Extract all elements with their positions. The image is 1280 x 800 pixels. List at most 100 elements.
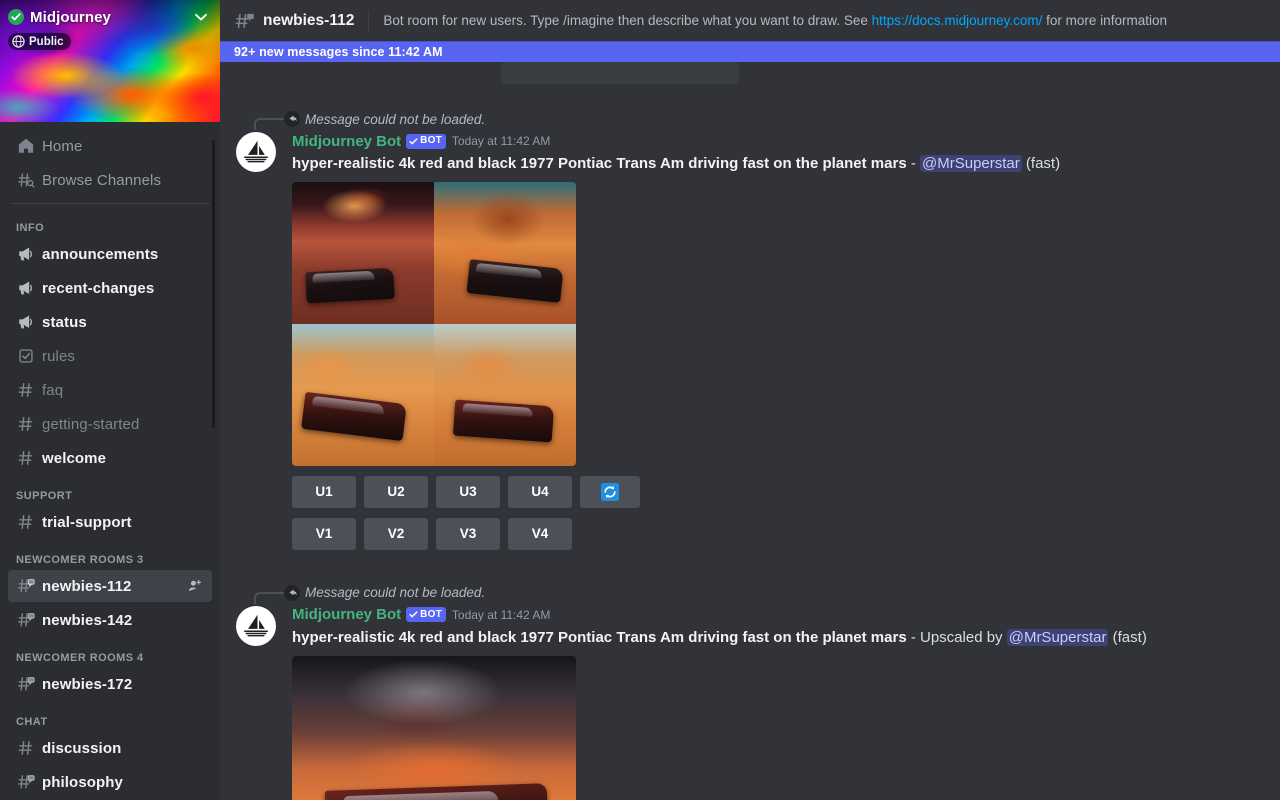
user-mention[interactable]: @MrSuperstar xyxy=(1006,628,1109,646)
sidebar-channel-newbies-142[interactable]: newbies-142 xyxy=(8,604,212,636)
rules-channel-icon xyxy=(16,346,36,366)
midjourney-sailboat-avatar[interactable] xyxy=(236,605,276,646)
hash-channel-icon xyxy=(16,414,36,434)
verified-check-icon xyxy=(409,610,418,619)
previous-message-partial xyxy=(501,62,739,84)
user-mention[interactable]: @MrSuperstar xyxy=(920,155,1022,172)
generated-car-subject xyxy=(452,399,555,443)
reply-text: Message could not be loaded. xyxy=(305,585,486,601)
upscale-button-u4[interactable]: U4 xyxy=(508,475,572,508)
sidebar-channel-label: announcements xyxy=(42,245,159,263)
channel-sidebar: Midjourney Public Home Browse Channels INF… xyxy=(0,0,220,800)
sidebar-channel-rules[interactable]: rules xyxy=(8,340,212,372)
message-attachments xyxy=(292,655,1232,800)
generated-image-4[interactable] xyxy=(434,323,576,466)
message-text: hyper-realistic 4k red and black 1977 Po… xyxy=(292,628,1232,648)
generated-image-3[interactable] xyxy=(292,323,434,466)
server-privacy-badge: Public xyxy=(8,33,71,50)
server-banner[interactable]: Midjourney Public xyxy=(0,0,220,122)
speed-label: (fast) xyxy=(1112,628,1147,646)
channel-category-support[interactable]: SUPPORT xyxy=(0,476,220,506)
reply-reference[interactable]: Message could not be loaded. xyxy=(254,108,1232,130)
channel-category-newcomer-rooms-3[interactable]: NEWCOMER ROOMS 3 xyxy=(0,540,220,570)
sidebar-channel-newbies-172[interactable]: newbies-172 xyxy=(8,668,212,700)
refresh-icon[interactable] xyxy=(580,475,640,508)
message-action-text: Upscaled by xyxy=(920,628,1003,646)
add-member-icon[interactable] xyxy=(186,577,204,595)
channel-category-chat[interactable]: CHAT xyxy=(0,702,220,732)
prompt-separator: - xyxy=(910,155,916,172)
chevron-down-icon[interactable] xyxy=(192,8,210,26)
sidebar-channel-philosophy[interactable]: philosophy xyxy=(8,766,212,798)
upscale-button-u3[interactable]: U3 xyxy=(436,475,500,508)
sidebar-nav-browse-channels[interactable]: Browse Channels xyxy=(8,164,212,196)
channel-list[interactable]: Home Browse Channels INFO announcements rece… xyxy=(0,122,220,800)
sidebar-channel-status[interactable]: status xyxy=(8,306,212,338)
sidebar-channel-label: faq xyxy=(42,381,64,399)
header-divider xyxy=(368,9,370,32)
message-content: Midjourney Bot BOT Today at 11:42 AM hyper-… xyxy=(292,605,1232,800)
variation-button-v4[interactable]: V4 xyxy=(508,517,572,550)
reply-arrow-icon xyxy=(284,111,300,127)
generated-image-1[interactable] xyxy=(292,181,434,324)
new-messages-banner-label: 92+ new messages since 11:42 AM xyxy=(234,44,443,59)
variation-button-v2[interactable]: V2 xyxy=(364,517,428,550)
message-author[interactable]: Midjourney Bot xyxy=(292,133,401,150)
chat-message: Message could not be loaded. Midjourney B… xyxy=(220,580,1280,800)
variation-button-v1[interactable]: V1 xyxy=(292,517,356,550)
sidebar-channel-label: status xyxy=(42,313,87,331)
channel-topic-after: for more information xyxy=(1042,13,1167,28)
sidebar-channel-announcements[interactable]: announcements xyxy=(8,238,212,270)
sidebar-channel-discussion[interactable]: discussion xyxy=(8,732,212,764)
hash-channel-icon xyxy=(16,738,36,758)
message-content: Midjourney Bot BOT Today at 11:42 AM hyper-… xyxy=(292,131,1232,550)
sidebar-channel-recent-changes[interactable]: recent-changes xyxy=(8,272,212,304)
hash-thread-channel-icon xyxy=(16,576,36,596)
sidebar-channel-trial-support[interactable]: trial-support xyxy=(8,506,212,538)
upscale-button-u2[interactable]: U2 xyxy=(364,475,428,508)
sidebar-channel-welcome[interactable]: welcome xyxy=(8,442,212,474)
upscale-button-u1[interactable]: U1 xyxy=(292,475,356,508)
message-timestamp: Today at 11:42 AM xyxy=(451,607,551,622)
verified-check-icon xyxy=(8,9,24,25)
reply-connector-line xyxy=(254,591,284,604)
new-messages-banner[interactable]: 92+ new messages since 11:42 AM xyxy=(220,41,1280,62)
sidebar-channel-label: newbies-112 xyxy=(42,577,132,595)
sidebar-scrollbar-thumb[interactable] xyxy=(212,140,215,428)
sidebar-channel-label: welcome xyxy=(42,449,107,467)
generated-image-upscaled[interactable] xyxy=(292,655,576,800)
midjourney-sailboat-avatar[interactable] xyxy=(236,132,276,172)
home-icon xyxy=(16,136,36,156)
variation-button-v3[interactable]: V3 xyxy=(436,517,500,550)
sidebar-channel-faq[interactable]: faq xyxy=(8,374,212,406)
sidebar-channel-getting-started[interactable]: getting-started xyxy=(8,408,212,440)
message-timestamp: Today at 11:42 AM xyxy=(451,134,551,148)
message-author[interactable]: Midjourney Bot xyxy=(292,606,401,623)
sidebar-channel-newbies-112[interactable]: newbies-112 xyxy=(8,570,212,602)
reply-arrow-icon xyxy=(284,584,300,601)
announcement-channel-icon xyxy=(16,244,36,264)
prompt-text: hyper-realistic 4k red and black 1977 Po… xyxy=(292,628,907,646)
generated-image-2[interactable] xyxy=(434,181,576,324)
channel-topic-before: Bot room for new users. Type /imagine th… xyxy=(383,13,872,28)
prompt-separator: - xyxy=(910,628,916,646)
verified-check-icon xyxy=(409,137,418,146)
server-header[interactable]: Midjourney xyxy=(0,8,220,26)
channel-header: newbies-112 Bot room for new users. Type… xyxy=(220,0,1280,41)
sidebar-channel-label: getting-started xyxy=(42,415,140,433)
reply-reference[interactable]: Message could not be loaded. xyxy=(254,582,1232,604)
message-list[interactable]: Message could not be loaded. Midjourney B… xyxy=(220,62,1280,800)
generated-car-subject xyxy=(305,267,395,304)
sidebar-nav-label: Home xyxy=(42,137,83,155)
channel-topic: Bot room for new users. Type /imagine th… xyxy=(383,13,1167,28)
channel-category-info[interactable]: INFO xyxy=(0,208,220,238)
channel-category-newcomer-rooms-4[interactable]: NEWCOMER ROOMS 4 xyxy=(0,638,220,668)
bot-badge: BOT xyxy=(406,133,446,149)
channel-topic-link[interactable]: https://docs.midjourney.com/ xyxy=(872,13,1043,28)
browse-channels-icon xyxy=(16,170,36,190)
hash-thread-channel-icon xyxy=(16,674,36,694)
sidebar-nav-home[interactable]: Home xyxy=(8,130,212,162)
generated-image-grid[interactable] xyxy=(292,181,576,466)
sidebar-nav-label: Browse Channels xyxy=(42,171,162,189)
hash-thread-channel-icon xyxy=(234,10,256,32)
